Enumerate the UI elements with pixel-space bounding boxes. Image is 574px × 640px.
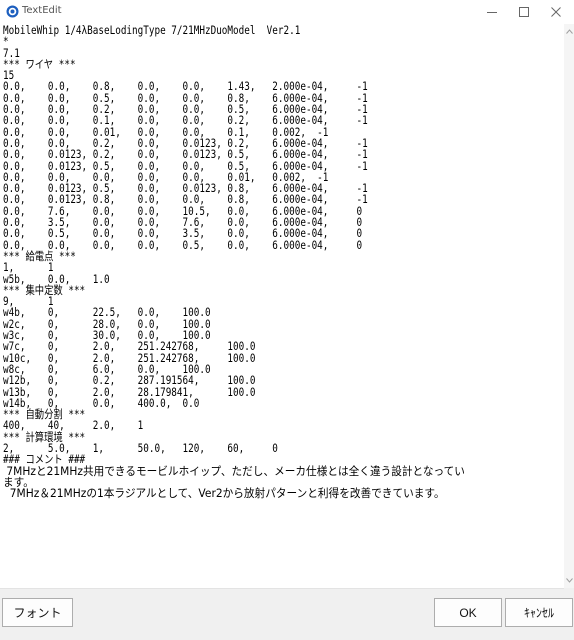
ok-button[interactable]: OK: [434, 598, 502, 627]
editor-line: *: [3, 35, 9, 49]
text-editor-area[interactable]: MobileWhip 1/4λBaseLodingType 7/21MHzDuo…: [0, 24, 564, 589]
scroll-up-arrow-icon[interactable]: [564, 26, 574, 36]
close-icon: [551, 7, 561, 17]
editor-content: MobileWhip 1/4λBaseLodingType 7/21MHzDuo…: [3, 24, 484, 501]
font-button[interactable]: フォント: [2, 598, 73, 627]
comment-line: 7MHz＆21MHzの1本ラジアルとして、Ver2から放射パターンと利得を改善で…: [3, 487, 445, 501]
comment-line: 7MHzと21MHz共用できるモービルホイップ、ただし、メーカ仕様とは全く違う設…: [3, 464, 465, 478]
maximize-button[interactable]: [508, 0, 540, 24]
title-bar: TextEdit: [0, 0, 574, 24]
texteditor-app-icon: [6, 5, 19, 18]
editor-line: *** 給電点 ***: [3, 249, 76, 263]
vertical-scrollbar[interactable]: [564, 24, 574, 588]
cancel-button[interactable]: ｷｬﾝｾﾙ: [505, 598, 573, 627]
editor-line: *** 集中定数 ***: [3, 283, 86, 297]
minimize-icon: [487, 12, 497, 13]
editor-line: *** ワイヤ ***: [3, 57, 76, 71]
maximize-icon: [519, 7, 529, 17]
scroll-down-arrow-icon[interactable]: [564, 575, 574, 585]
button-bar: フォント OK ｷｬﾝｾﾙ: [0, 589, 574, 640]
close-button[interactable]: [540, 0, 572, 24]
editor-line: MobileWhip 1/4λBaseLodingType 7/21MHzDuo…: [3, 24, 301, 37]
minimize-button[interactable]: [476, 0, 508, 24]
window-title: TextEdit: [22, 5, 62, 16]
